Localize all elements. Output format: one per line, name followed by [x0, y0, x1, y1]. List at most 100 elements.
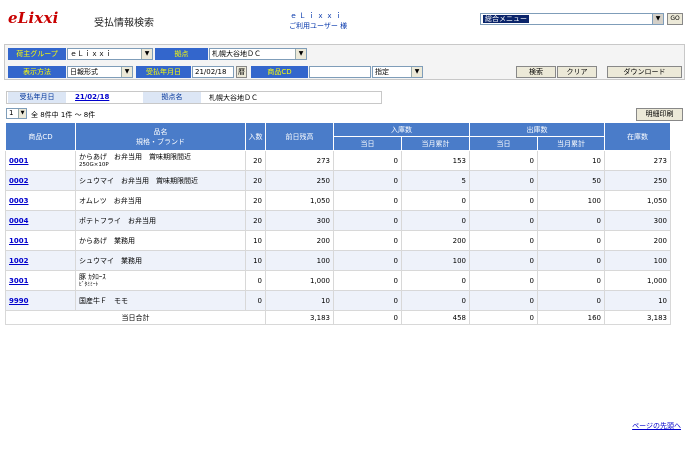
cell-code: 0002: [5, 170, 76, 191]
total-out-month: 160: [537, 310, 605, 325]
search-button[interactable]: 検索: [516, 66, 556, 78]
header-spec-text: 規格・ブランド: [136, 137, 185, 146]
cell-out-today: 0: [469, 230, 538, 251]
page-value: 1: [9, 109, 14, 117]
cell-qty: 0: [245, 290, 266, 311]
cell-in-today: 0: [333, 190, 402, 211]
chevron-down-icon: ▼: [141, 49, 152, 59]
product-code-link[interactable]: 1002: [9, 257, 28, 265]
cell-prev: 273: [265, 150, 334, 171]
product-name: 豚 ｶﾀﾛｰｽ: [79, 272, 106, 281]
cell-qty: 10: [245, 250, 266, 271]
product-code-link[interactable]: 0004: [9, 217, 28, 225]
cell-in-month: 153: [401, 150, 470, 171]
cell-stock: 1,000: [604, 270, 671, 291]
header-out: 出庫数: [469, 122, 605, 137]
cell-out-month: 0: [537, 210, 605, 231]
info-date-link[interactable]: 21/02/18: [75, 93, 109, 101]
cell-in-month: 0: [401, 210, 470, 231]
cell-code: 0004: [5, 210, 76, 231]
cell-out-month: 50: [537, 170, 605, 191]
page-title: 受払情報検索: [94, 18, 154, 29]
cell-name: 国産牛Ｆ モモ: [75, 290, 246, 311]
date-input[interactable]: 21/02/18: [192, 66, 234, 78]
cell-stock: 250: [604, 170, 671, 191]
product-name: ポテトフライ お弁当用: [79, 216, 156, 225]
table-row: 0001 からあげ お弁当用 賞味期限間近 250G×10P 20 273 0 153 0 10…: [5, 150, 671, 171]
cell-name: オムレツ お弁当用: [75, 190, 246, 211]
display-label: 表示方法: [8, 66, 66, 78]
cell-in-month: 100: [401, 250, 470, 271]
cell-qty: 20: [245, 210, 266, 231]
cell-name: 豚 ｶﾀﾛｰｽ ﾋﾞﾀﾐﾐｰﾄ: [75, 270, 246, 291]
elixxi-logo: eLixxi: [8, 9, 59, 27]
header-in: 入庫数: [333, 122, 470, 137]
print-details-button[interactable]: 明細印刷: [636, 108, 683, 121]
cell-prev: 100: [265, 250, 334, 271]
header-prev: 前日残高: [265, 122, 334, 151]
main-menu-select[interactable]: 総合メニュー ▼: [480, 13, 664, 25]
product-code-link[interactable]: 0003: [9, 197, 28, 205]
product-name: からあげ 業務用: [79, 236, 135, 245]
cell-in-today: 0: [333, 150, 402, 171]
cell-prev: 1,000: [265, 270, 334, 291]
base-select[interactable]: 札幌大谷地ＤＣ ▼: [209, 48, 307, 60]
base-value: 札幌大谷地ＤＣ: [212, 50, 261, 58]
group-value: ｅＬｉｘｘｉ: [70, 50, 112, 58]
main-menu-value: 総合メニュー: [483, 15, 529, 23]
product-name: からあげ お弁当用 賞味期限間近: [79, 152, 191, 161]
match-value: 指定: [375, 68, 389, 76]
clear-button[interactable]: クリア: [557, 66, 597, 78]
total-in-today: 0: [333, 310, 402, 325]
product-spec: ﾋﾞﾀﾐﾐｰﾄ: [79, 281, 99, 288]
page-top-link[interactable]: ページの先頭へ: [632, 421, 681, 431]
cell-prev: 300: [265, 210, 334, 231]
info-date-label: 受払年月日: [8, 92, 66, 103]
total-in-month: 458: [401, 310, 470, 325]
cell-out-month: 0: [537, 250, 605, 271]
table-row: 0002 シュウマイ お弁当用 賞味期限間近 20 250 0 5 0 50 250: [5, 170, 671, 191]
product-code-link[interactable]: 1001: [9, 237, 28, 245]
calendar-button[interactable]: 暦: [236, 66, 247, 78]
cell-in-month: 0: [401, 270, 470, 291]
cell-code: 0001: [5, 150, 76, 171]
search-form: 荷主グループ ｅＬｉｘｘｉ ▼ 拠点 札幌大谷地ＤＣ ▼ 表示方法 日報形式 ▼…: [4, 44, 685, 80]
header-stock: 在庫数: [604, 122, 671, 151]
cell-code: 3001: [5, 270, 76, 291]
group-select[interactable]: ｅＬｉｘｘｉ ▼: [67, 48, 153, 60]
result-info: 受払年月日 21/02/18 拠点名 札幌大谷地ＤＣ: [6, 91, 382, 104]
product-input[interactable]: [309, 66, 371, 78]
cell-in-today: 0: [333, 250, 402, 271]
match-select[interactable]: 指定 ▼: [372, 66, 423, 78]
base-label: 拠点: [155, 48, 208, 60]
cell-in-today: 0: [333, 170, 402, 191]
cell-code: 1002: [5, 250, 76, 271]
download-button[interactable]: ダウンロード: [607, 66, 682, 78]
table-row: 0003 オムレツ お弁当用 20 1,050 0 0 0 100 1,050: [5, 190, 671, 211]
cell-stock: 100: [604, 250, 671, 271]
cell-stock: 300: [604, 210, 671, 231]
product-code-link[interactable]: 0001: [9, 157, 28, 165]
display-select[interactable]: 日報形式 ▼: [67, 66, 133, 78]
cell-name: からあげ 業務用: [75, 230, 246, 251]
total-prev: 3,183: [265, 310, 334, 325]
go-button[interactable]: GO: [667, 13, 683, 25]
product-code-link[interactable]: 3001: [9, 277, 28, 285]
cell-out-today: 0: [469, 250, 538, 271]
total-row: 当日合計 3,183 0 458 0 160 3,183: [5, 310, 671, 325]
page-select[interactable]: 1 ▼: [6, 108, 27, 119]
cell-out-today: 0: [469, 290, 538, 311]
product-label: 商品CD: [251, 66, 308, 78]
product-code-link[interactable]: 9990: [9, 297, 28, 305]
header-name: 品名 規格・ブランド: [75, 122, 246, 151]
product-code-link[interactable]: 0002: [9, 177, 28, 185]
cell-qty: 0: [245, 270, 266, 291]
header-in-today: 当日: [333, 136, 402, 151]
table-row: 1002 シュウマイ 業務用 10 100 0 100 0 0 100: [5, 250, 671, 271]
cell-name: ポテトフライ お弁当用: [75, 210, 246, 231]
date-label: 受払年月日: [136, 66, 191, 78]
header-in-month: 当月累計: [401, 136, 470, 151]
chevron-down-icon: ▼: [295, 49, 306, 59]
cell-in-today: 0: [333, 270, 402, 291]
header-out-month: 当月累計: [537, 136, 605, 151]
